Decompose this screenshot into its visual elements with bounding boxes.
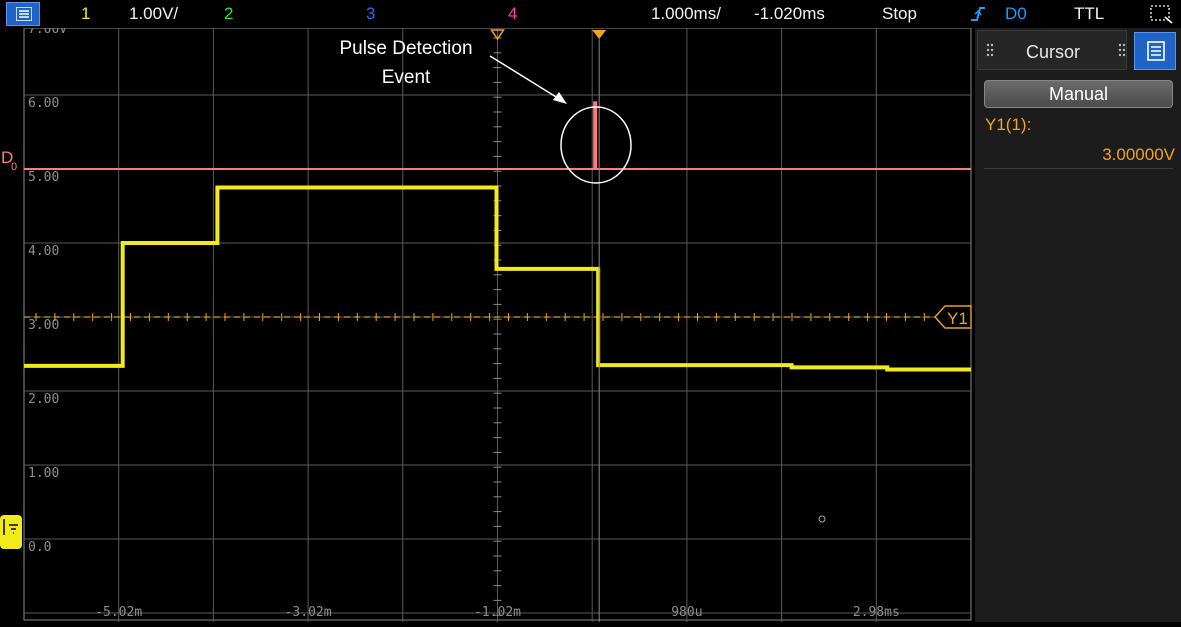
x-axis-label: 2.98ms (853, 605, 900, 620)
y-axis-label: 7.00V (28, 28, 67, 37)
x-axis-label: -3.02m (285, 605, 332, 620)
x-axis-label: -5.02m (95, 605, 142, 620)
y-axis-label: 4.00 (28, 244, 59, 259)
y1-label: Y1(1): (985, 115, 1032, 134)
cursor-panel: Cursor Manual Y1(1): 3.00000V (975, 28, 1181, 622)
x-axis-label: 980u (671, 605, 702, 620)
menu-icon (16, 7, 32, 21)
channel-4-number[interactable]: 4 (508, 4, 517, 24)
cursor-mode-button[interactable]: Manual (984, 80, 1173, 108)
document-icon (1147, 41, 1165, 61)
channel-3-number[interactable]: 3 (366, 4, 375, 24)
waveform-display[interactable]: 7.00V 6.00 5.00 4.00 3.00 2.00 1.00 0.0 -5.02m -3… (0, 22, 975, 622)
channel-1-scale[interactable]: 1.00V/ (129, 4, 178, 24)
y-axis-label: 6.00 (28, 96, 59, 111)
tab-cursor[interactable]: Cursor (977, 30, 1127, 70)
annotation-text-line2: Event (382, 67, 431, 88)
marker-dot (818, 515, 826, 523)
annotation-arrow-head (553, 92, 567, 104)
y-axis-label: 2.00 (28, 392, 59, 407)
x-axis-label: -1.02m (474, 605, 521, 620)
graticule[interactable]: 7.00V6.005.004.003.002.001.000.0-5.02m -3… (0, 22, 975, 622)
main-menu-button[interactable] (6, 2, 40, 26)
trigger-edge-icon[interactable] (969, 5, 987, 23)
y1-cursor-label: Y1 (947, 309, 968, 328)
annotation-arrow-line (489, 55, 562, 101)
run-state[interactable]: Stop (882, 4, 917, 24)
y-axis-label: 1.00 (28, 466, 59, 481)
channel-1-number[interactable]: 1 (81, 4, 90, 24)
divider (984, 168, 1173, 169)
y1-value[interactable]: 3.00000V (1102, 145, 1175, 165)
drag-grip-icon[interactable] (986, 43, 994, 57)
zoom-region-icon[interactable] (1150, 4, 1174, 24)
trigger-level[interactable]: TTL (1074, 4, 1104, 24)
trigger-position-icon (592, 30, 607, 39)
timebase-scale[interactable]: 1.000ms/ (651, 4, 721, 24)
y-axis-label: 0.0 (28, 540, 51, 555)
drag-grip-icon[interactable] (1118, 43, 1126, 57)
annotation-text-line1: Pulse Detection (339, 38, 472, 59)
status-bar: 1 1.00V/ 2 3 4 1.000ms/ -1.020ms Stop D0… (0, 0, 1181, 28)
digital-channel-subscript: 0 (11, 161, 17, 173)
y-axis-label: 5.00 (28, 170, 59, 185)
trigger-source[interactable]: D0 (1005, 4, 1027, 24)
channel-2-number[interactable]: 2 (224, 4, 233, 24)
panel-menu-button[interactable] (1134, 32, 1176, 70)
tab-cursor-label: Cursor (1026, 42, 1081, 62)
horizontal-delay[interactable]: -1.020ms (754, 4, 825, 24)
